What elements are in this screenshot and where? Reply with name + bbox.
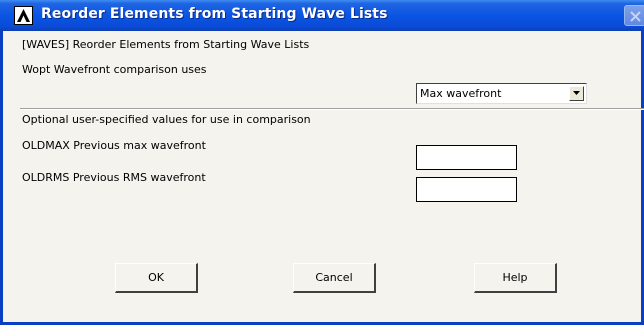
section-divider <box>20 108 644 110</box>
oldmax-input[interactable] <box>416 145 517 170</box>
window-title: Reorder Elements from Starting Wave List… <box>41 6 388 22</box>
optional-section-label: Optional user-specified values for use i… <box>22 113 311 126</box>
chevron-down-icon <box>573 91 580 95</box>
close-icon <box>630 11 641 22</box>
dialog-window: Reorder Elements from Starting Wave List… <box>0 0 644 325</box>
wopt-select[interactable]: Max wavefront <box>416 83 587 104</box>
ansys-logo-icon <box>14 6 33 25</box>
wopt-selected-value: Max wavefront <box>420 87 502 100</box>
command-heading: [WAVES] Reorder Elements from Starting W… <box>22 38 310 51</box>
wopt-label: Wopt Wavefront comparison uses <box>22 63 207 76</box>
close-button[interactable] <box>624 5 644 26</box>
help-button[interactable]: Help <box>474 263 557 293</box>
oldrms-label: OLDRMS Previous RMS wavefront <box>22 171 206 184</box>
wopt-dropdown-button[interactable] <box>569 86 584 101</box>
title-bar[interactable]: Reorder Elements from Starting Wave List… <box>0 0 644 31</box>
cancel-button[interactable]: Cancel <box>293 263 376 293</box>
oldrms-input[interactable] <box>416 177 517 202</box>
ok-button[interactable]: OK <box>115 263 198 293</box>
oldmax-label: OLDMAX Previous max wavefront <box>22 139 206 152</box>
